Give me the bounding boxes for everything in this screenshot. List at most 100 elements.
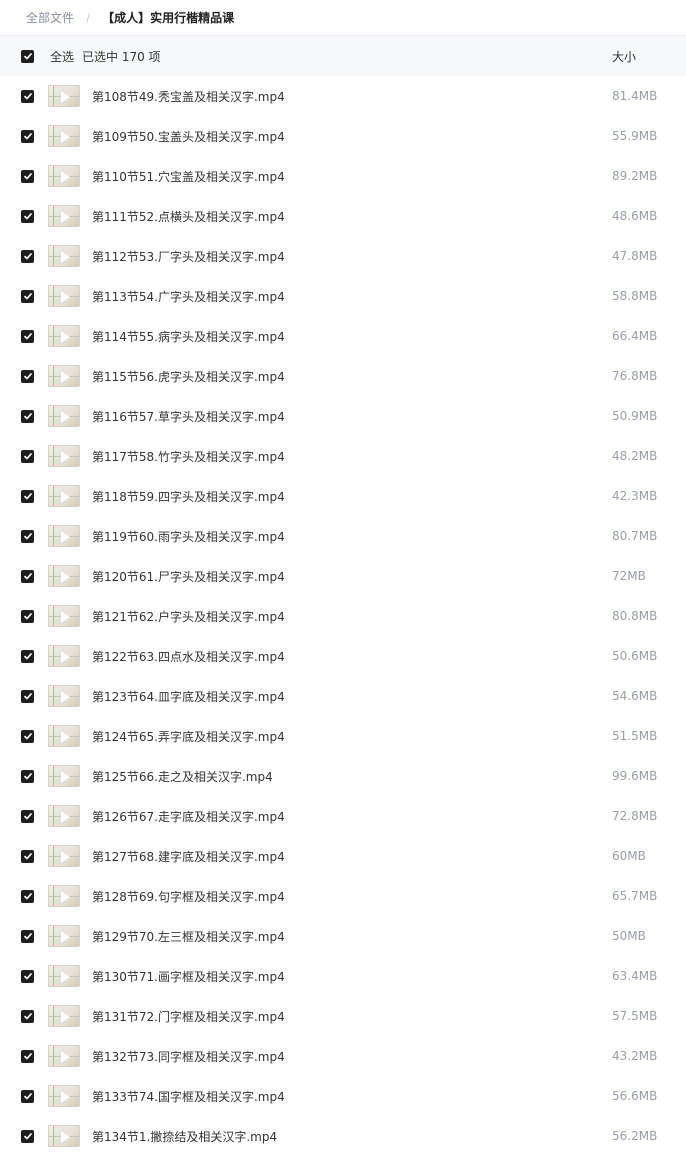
file-name[interactable]: 第117节58.竹字头及相关汉字.mp4 bbox=[92, 448, 285, 465]
video-thumbnail-icon[interactable] bbox=[48, 925, 80, 947]
row-checkbox[interactable] bbox=[21, 89, 34, 103]
file-row[interactable]: 第115节56.虎字头及相关汉字.mp4 76.8MB bbox=[0, 356, 686, 396]
row-checkbox[interactable] bbox=[21, 209, 34, 223]
row-checkbox[interactable] bbox=[21, 489, 34, 503]
video-thumbnail-icon[interactable] bbox=[48, 565, 80, 587]
video-thumbnail-icon[interactable] bbox=[48, 805, 80, 827]
file-name[interactable]: 第126节67.走字底及相关汉字.mp4 bbox=[92, 808, 285, 825]
video-thumbnail-icon[interactable] bbox=[48, 165, 80, 187]
file-row[interactable]: 第121节62.户字头及相关汉字.mp4 80.8MB bbox=[0, 596, 686, 636]
video-thumbnail-icon[interactable] bbox=[48, 1005, 80, 1027]
select-all-label[interactable]: 全选 bbox=[50, 48, 74, 65]
video-thumbnail-icon[interactable] bbox=[48, 365, 80, 387]
file-row[interactable]: 第113节54.广字头及相关汉字.mp4 58.8MB bbox=[0, 276, 686, 316]
row-checkbox[interactable] bbox=[21, 969, 34, 983]
file-row[interactable]: 第109节50.宝盖头及相关汉字.mp4 55.9MB bbox=[0, 116, 686, 156]
file-name[interactable]: 第133节74.国字框及相关汉字.mp4 bbox=[92, 1088, 285, 1105]
file-name[interactable]: 第120节61.尸字头及相关汉字.mp4 bbox=[92, 568, 285, 585]
video-thumbnail-icon[interactable] bbox=[48, 445, 80, 467]
video-thumbnail-icon[interactable] bbox=[48, 285, 80, 307]
file-name[interactable]: 第110节51.穴宝盖及相关汉字.mp4 bbox=[92, 168, 285, 185]
video-thumbnail-icon[interactable] bbox=[48, 85, 80, 107]
file-row[interactable]: 第132节73.同字框及相关汉字.mp4 43.2MB bbox=[0, 1036, 686, 1076]
video-thumbnail-icon[interactable] bbox=[48, 1045, 80, 1067]
row-checkbox[interactable] bbox=[21, 129, 34, 143]
file-row[interactable]: 第108节49.秃宝盖及相关汉字.mp4 81.4MB bbox=[0, 76, 686, 116]
video-thumbnail-icon[interactable] bbox=[48, 725, 80, 747]
row-checkbox[interactable] bbox=[21, 609, 34, 623]
row-checkbox[interactable] bbox=[21, 889, 34, 903]
file-row[interactable]: 第124节65.弄字底及相关汉字.mp4 51.5MB bbox=[0, 716, 686, 756]
file-name[interactable]: 第132节73.同字框及相关汉字.mp4 bbox=[92, 1048, 285, 1065]
row-checkbox[interactable] bbox=[21, 649, 34, 663]
row-checkbox[interactable] bbox=[21, 849, 34, 863]
row-checkbox[interactable] bbox=[21, 169, 34, 183]
row-checkbox[interactable] bbox=[21, 1049, 34, 1063]
file-name[interactable]: 第129节70.左三框及相关汉字.mp4 bbox=[92, 928, 285, 945]
row-checkbox[interactable] bbox=[21, 289, 34, 303]
video-thumbnail-icon[interactable] bbox=[48, 205, 80, 227]
file-row[interactable]: 第119节60.雨字头及相关汉字.mp4 80.7MB bbox=[0, 516, 686, 556]
size-column-header[interactable]: 大小 bbox=[612, 48, 636, 65]
select-all-checkbox[interactable] bbox=[21, 49, 34, 63]
file-name[interactable]: 第115节56.虎字头及相关汉字.mp4 bbox=[92, 368, 285, 385]
file-name[interactable]: 第124节65.弄字底及相关汉字.mp4 bbox=[92, 728, 285, 745]
video-thumbnail-icon[interactable] bbox=[48, 1125, 80, 1147]
row-checkbox[interactable] bbox=[21, 369, 34, 383]
file-row[interactable]: 第110节51.穴宝盖及相关汉字.mp4 89.2MB bbox=[0, 156, 686, 196]
video-thumbnail-icon[interactable] bbox=[48, 645, 80, 667]
file-row[interactable]: 第123节64.皿字底及相关汉字.mp4 54.6MB bbox=[0, 676, 686, 716]
file-name[interactable]: 第112节53.厂字头及相关汉字.mp4 bbox=[92, 248, 285, 265]
row-checkbox[interactable] bbox=[21, 329, 34, 343]
video-thumbnail-icon[interactable] bbox=[48, 685, 80, 707]
file-name[interactable]: 第134节1.撇捺结及相关汉字.mp4 bbox=[92, 1128, 277, 1145]
row-checkbox[interactable] bbox=[21, 409, 34, 423]
file-row[interactable]: 第125节66.走之及相关汉字.mp4 99.6MB bbox=[0, 756, 686, 796]
file-row[interactable]: 第118节59.四字头及相关汉字.mp4 42.3MB bbox=[0, 476, 686, 516]
row-checkbox[interactable] bbox=[21, 1009, 34, 1023]
file-row[interactable]: 第131节72.门字框及相关汉字.mp4 57.5MB bbox=[0, 996, 686, 1036]
row-checkbox[interactable] bbox=[21, 249, 34, 263]
file-name[interactable]: 第119节60.雨字头及相关汉字.mp4 bbox=[92, 528, 285, 545]
file-name[interactable]: 第113节54.广字头及相关汉字.mp4 bbox=[92, 288, 285, 305]
row-checkbox[interactable] bbox=[21, 529, 34, 543]
row-checkbox[interactable] bbox=[21, 729, 34, 743]
file-row[interactable]: 第126节67.走字底及相关汉字.mp4 72.8MB bbox=[0, 796, 686, 836]
file-name[interactable]: 第130节71.画字框及相关汉字.mp4 bbox=[92, 968, 285, 985]
file-name[interactable]: 第108节49.秃宝盖及相关汉字.mp4 bbox=[92, 88, 285, 105]
video-thumbnail-icon[interactable] bbox=[48, 1085, 80, 1107]
file-row[interactable]: 第129节70.左三框及相关汉字.mp4 50MB bbox=[0, 916, 686, 956]
breadcrumb-root-link[interactable]: 全部文件 bbox=[26, 9, 74, 26]
video-thumbnail-icon[interactable] bbox=[48, 245, 80, 267]
file-row[interactable]: 第127节68.建字底及相关汉字.mp4 60MB bbox=[0, 836, 686, 876]
video-thumbnail-icon[interactable] bbox=[48, 965, 80, 987]
file-row[interactable]: 第116节57.草字头及相关汉字.mp4 50.9MB bbox=[0, 396, 686, 436]
file-name[interactable]: 第118节59.四字头及相关汉字.mp4 bbox=[92, 488, 285, 505]
file-name[interactable]: 第127节68.建字底及相关汉字.mp4 bbox=[92, 848, 285, 865]
row-checkbox[interactable] bbox=[21, 569, 34, 583]
row-checkbox[interactable] bbox=[21, 449, 34, 463]
video-thumbnail-icon[interactable] bbox=[48, 845, 80, 867]
file-name[interactable]: 第111节52.点横头及相关汉字.mp4 bbox=[92, 208, 285, 225]
video-thumbnail-icon[interactable] bbox=[48, 885, 80, 907]
file-row[interactable]: 第130节71.画字框及相关汉字.mp4 63.4MB bbox=[0, 956, 686, 996]
file-row[interactable]: 第117节58.竹字头及相关汉字.mp4 48.2MB bbox=[0, 436, 686, 476]
file-row[interactable]: 第134节1.撇捺结及相关汉字.mp4 56.2MB bbox=[0, 1116, 686, 1156]
file-name[interactable]: 第121节62.户字头及相关汉字.mp4 bbox=[92, 608, 285, 625]
file-row[interactable]: 第128节69.句字框及相关汉字.mp4 65.7MB bbox=[0, 876, 686, 916]
row-checkbox[interactable] bbox=[21, 809, 34, 823]
row-checkbox[interactable] bbox=[21, 689, 34, 703]
row-checkbox[interactable] bbox=[21, 769, 34, 783]
file-name[interactable]: 第128节69.句字框及相关汉字.mp4 bbox=[92, 888, 285, 905]
video-thumbnail-icon[interactable] bbox=[48, 405, 80, 427]
file-row[interactable]: 第114节55.病字头及相关汉字.mp4 66.4MB bbox=[0, 316, 686, 356]
file-row[interactable]: 第133节74.国字框及相关汉字.mp4 56.6MB bbox=[0, 1076, 686, 1116]
video-thumbnail-icon[interactable] bbox=[48, 605, 80, 627]
row-checkbox[interactable] bbox=[21, 1089, 34, 1103]
video-thumbnail-icon[interactable] bbox=[48, 765, 80, 787]
video-thumbnail-icon[interactable] bbox=[48, 485, 80, 507]
file-name[interactable]: 第125节66.走之及相关汉字.mp4 bbox=[92, 768, 273, 785]
file-name[interactable]: 第131节72.门字框及相关汉字.mp4 bbox=[92, 1008, 285, 1025]
file-row[interactable]: 第122节63.四点水及相关汉字.mp4 50.6MB bbox=[0, 636, 686, 676]
file-row[interactable]: 第112节53.厂字头及相关汉字.mp4 47.8MB bbox=[0, 236, 686, 276]
